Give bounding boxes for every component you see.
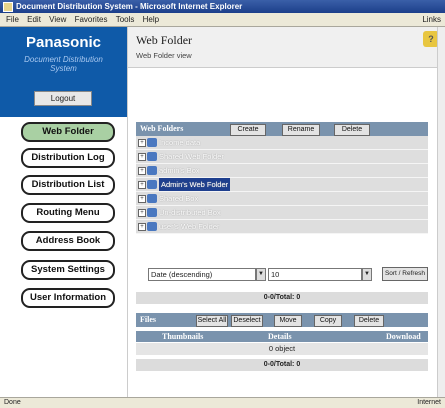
column-download: Download	[386, 332, 421, 341]
copy-button[interactable]: Copy	[314, 315, 342, 327]
folder-icon	[147, 138, 157, 147]
folder-icon	[147, 180, 157, 189]
menu-edit[interactable]: Edit	[27, 15, 41, 24]
folder-row[interactable]: + admin's Box	[136, 164, 428, 178]
web-folders-toolbar: Web Folders Create Rename Delete	[136, 122, 428, 136]
nav-distribution-list[interactable]: Distribution List	[21, 175, 115, 195]
statusbar: Done Internet	[0, 397, 445, 408]
folder-list: + Income data + Shared Web Folder + admi…	[136, 136, 428, 262]
folder-icon	[147, 222, 157, 231]
nav-address-book[interactable]: Address Book	[21, 231, 115, 251]
window-titlebar: Document Distribution System - Microsoft…	[0, 0, 445, 13]
brand-subtitle-line1: Document Distribution	[24, 55, 103, 64]
folder-name[interactable]: Admin's Web Folder	[159, 178, 231, 191]
folder-row-selected[interactable]: + Admin's Web Folder	[136, 178, 428, 192]
brand-area: Panasonic Document Distribution System L…	[0, 27, 127, 117]
menu-tools[interactable]: Tools	[116, 15, 135, 24]
folder-name[interactable]: admin's Box	[159, 164, 200, 177]
move-button[interactable]: Move	[274, 315, 302, 327]
files-label: Files	[140, 315, 156, 324]
expand-icon[interactable]: +	[138, 181, 146, 189]
folder-row[interactable]: + Shared Box	[136, 192, 428, 206]
menubar: File Edit View Favorites Tools Help Link…	[0, 13, 445, 27]
expand-icon[interactable]: +	[138, 153, 146, 161]
file-count: 0-0/Total: 0	[136, 359, 428, 371]
folder-icon	[147, 208, 157, 217]
folder-icon	[147, 166, 157, 175]
folder-row[interactable]: + Un-distributed Box	[136, 206, 428, 220]
create-button[interactable]: Create	[230, 124, 266, 136]
expand-icon[interactable]: +	[138, 195, 146, 203]
logout-button[interactable]: Logout	[34, 91, 92, 106]
expand-icon[interactable]: +	[138, 209, 146, 217]
sort-controls: Date (descending) ▼ 10 ▼ Sort / Refresh	[136, 266, 428, 282]
per-page-dropdown-icon[interactable]: ▼	[362, 268, 372, 281]
page-header: Web Folder Web Folder view ?	[128, 27, 445, 68]
column-details: Details	[268, 332, 292, 341]
folder-row[interactable]: + user's Web Folder	[136, 220, 428, 234]
sort-refresh-button[interactable]: Sort / Refresh	[382, 267, 428, 281]
files-table-header: Thumbnails Details Download	[136, 331, 428, 342]
files-empty-row: 0 object	[136, 343, 428, 355]
select-all-button[interactable]: Select All	[196, 315, 228, 327]
vertical-scrollbar[interactable]	[437, 27, 445, 397]
ie-icon	[3, 2, 13, 12]
folder-name[interactable]: Un-distributed Box	[159, 206, 221, 219]
folder-row[interactable]: + Shared Web Folder	[136, 150, 428, 164]
folder-row[interactable]: + Income data	[136, 136, 428, 150]
files-toolbar: Files Select All Deselect Move Copy Dele…	[136, 313, 428, 327]
menu-view[interactable]: View	[49, 15, 66, 24]
page-title: Web Folder	[136, 33, 193, 47]
folder-name[interactable]: Income data	[159, 136, 200, 149]
menu-help[interactable]: Help	[143, 15, 159, 24]
expand-icon[interactable]: +	[138, 139, 146, 147]
brand-subtitle-line2: System	[50, 64, 77, 73]
column-thumbnails: Thumbnails	[162, 332, 204, 341]
delete-folder-button[interactable]: Delete	[334, 124, 370, 136]
folder-name[interactable]: Shared Box	[159, 192, 198, 205]
window-title: Document Distribution System - Microsoft…	[16, 2, 243, 11]
deselect-button[interactable]: Deselect	[231, 315, 263, 327]
folder-count: 0-0/Total: 0	[136, 292, 428, 304]
folder-icon	[147, 194, 157, 203]
menu-file[interactable]: File	[6, 15, 19, 24]
sort-order-select[interactable]: Date (descending)	[148, 268, 256, 281]
expand-icon[interactable]: +	[138, 167, 146, 175]
page-subtitle: Web Folder view	[136, 51, 192, 60]
per-page-select[interactable]: 10	[268, 268, 362, 281]
expand-icon[interactable]: +	[138, 223, 146, 231]
nav-system-settings[interactable]: System Settings	[21, 260, 115, 280]
web-folders-label: Web Folders	[140, 124, 184, 133]
panasonic-logo: Panasonic	[25, 34, 102, 51]
delete-file-button[interactable]: Delete	[354, 315, 384, 327]
links-button[interactable]: Links	[422, 13, 441, 26]
nav-user-information[interactable]: User Information	[21, 288, 115, 308]
nav-web-folder[interactable]: Web Folder	[21, 122, 115, 142]
nav-distribution-log[interactable]: Distribution Log	[21, 148, 115, 168]
folder-name[interactable]: Shared Web Folder	[159, 150, 224, 163]
left-panel: Panasonic Document Distribution System L…	[0, 27, 128, 397]
nav-routing-menu[interactable]: Routing Menu	[21, 203, 115, 223]
menu-favorites[interactable]: Favorites	[75, 15, 108, 24]
folder-icon	[147, 152, 157, 161]
rename-button[interactable]: Rename	[282, 124, 320, 136]
brand-subtitle: Document Distribution System	[0, 55, 127, 73]
sort-order-dropdown-icon[interactable]: ▼	[256, 268, 266, 281]
folder-name[interactable]: user's Web Folder	[159, 220, 219, 233]
